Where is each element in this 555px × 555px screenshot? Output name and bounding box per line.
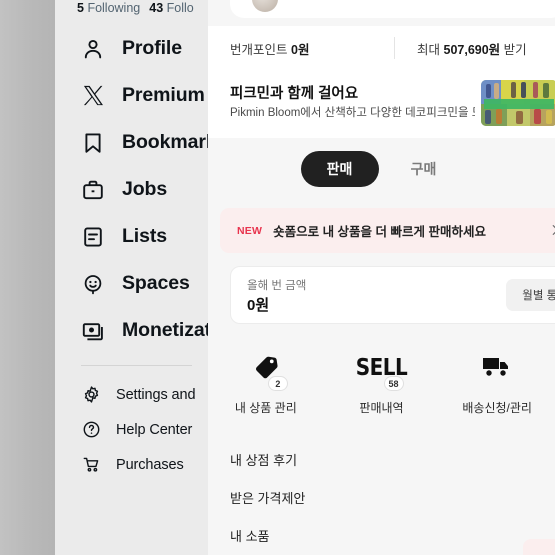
sidebar-item-settings[interactable]: Settings and [55,377,210,412]
quick-item-sales-history[interactable]: SELL 58 판매내역 [324,345,440,427]
point-balance-label: 번개포인트 [230,42,288,57]
sidebar-item-label: Purchases [116,456,184,473]
segment-tab-buy[interactable]: 구매 [385,151,463,187]
quick-item-label: 내 상품 관리 [234,401,297,415]
profile-card-peek [230,0,555,18]
promo-subtitle: Pikmin Bloom에서 산책하고 다양한 데코피크민을 모... [230,107,475,119]
segment-tab-sell[interactable]: 판매 [300,151,379,187]
sidebar-item-label: Settings and [116,386,196,403]
sell-text-icon: SELL 58 [356,345,408,391]
earnings-label: 올해 번 금액 [247,280,307,292]
sidebar-item-label: Spaces [122,272,190,294]
sidebar-item-profile[interactable]: Profile [55,25,210,72]
truck-icon [481,345,513,389]
following-stat[interactable]: 5 Following [77,1,140,15]
bookmark-icon [80,130,106,156]
sidebar-item-label: Help Center [116,421,193,438]
sidebar-divider [81,365,192,366]
quick-item-label: 판매내역 [359,401,404,415]
sidebar-item-purchases[interactable]: Purchases [55,447,210,482]
list-item-price-offers[interactable]: 받은 가격제안 [208,478,555,516]
point-balance[interactable]: 번개포인트 0원 [208,39,394,58]
max-offer-amount: 507,690원 [443,42,501,57]
gear-icon [80,384,102,406]
spaces-icon [80,271,106,297]
sidebar-item-label: Premium [122,84,205,106]
quick-item-label: 배송신청/관리 [462,401,532,415]
sidebar-item-label: Monetization [122,319,210,341]
profile-stats: 5 Following 43 Follo [77,1,203,15]
chevron-right-icon [548,222,555,243]
followers-stat[interactable]: 43 Follo [149,1,193,15]
quick-item-shipping[interactable]: 배송신청/관리 [439,345,555,427]
sidebar-item-premium[interactable]: Premium [55,72,210,119]
quick-menu-row: 2 내 상품 관리 SELL 58 판매내역 배송신청/관리 [208,345,555,427]
sidebar-item-monetization[interactable]: Monetization [55,307,210,354]
x-logo-icon [80,83,106,109]
monetization-icon [80,318,106,344]
sell-buy-segment: 판매 구매 [208,138,555,200]
max-offer[interactable]: 최대 507,690원 받기 [395,39,555,58]
bottom-banner-corner [523,539,555,555]
sidebar-nav: Profile Premium Bookmarks Jobs [55,25,210,482]
monthly-stats-button[interactable]: 월별 통계 [506,279,555,311]
sidebar-item-jobs[interactable]: Jobs [55,166,210,213]
price-tag-icon: 2 [251,345,288,391]
points-row: 번개포인트 0원 최대 507,690원 받기 [208,26,555,70]
banner-text: 숏폼으로 내 상품을 더 빠르게 판매하세요 [273,225,486,239]
list-icon [80,224,106,250]
sidebar-item-label: Jobs [122,178,168,200]
help-circle-icon [80,419,102,441]
earnings-value: 0원 [247,297,270,314]
sidebar-item-lists[interactable]: Lists [55,213,210,260]
sidebar-item-label: Bookmarks [122,131,210,153]
sidebar-item-label: Profile [122,37,182,59]
sidebar-item-spaces[interactable]: Spaces [55,260,210,307]
dimmed-background-strip [0,0,55,555]
sidebar-item-bookmarks[interactable]: Bookmarks [55,119,210,166]
cart-icon [80,454,102,476]
followers-count: 43 [149,1,164,15]
promo-thumbnail-image [481,80,555,126]
menu-list: 내 상점 후기 받은 가격제안 내 소품 [208,440,555,554]
sidebar-item-help-center[interactable]: Help Center [55,412,210,447]
following-label: Following [87,1,141,15]
shortform-promo-banner[interactable]: NEW 숏폼으로 내 상품을 더 빠르게 판매하세요 [220,208,555,253]
marketplace-panel: 번개포인트 0원 최대 507,690원 받기 피크민과 함께 걸어요 Pikm… [208,0,555,555]
following-count: 5 [77,1,84,15]
briefcase-icon [80,177,106,203]
list-item-my-items[interactable]: 내 소품 [208,516,555,554]
screen-root: 5 Following 43 Follo Profile Premium Book [0,0,555,555]
sidebar-item-label: Lists [122,225,168,247]
point-balance-value: 0원 [291,42,310,57]
person-icon [80,36,106,62]
max-offer-prefix: 최대 [417,42,441,57]
quick-item-my-products[interactable]: 2 내 상품 관리 [208,345,324,427]
product-count-badge: 2 [267,376,288,391]
yearly-earnings-card[interactable]: 올해 번 금액 0원 월별 통계 [230,266,555,324]
promo-row[interactable]: 피크민과 함께 걸어요 Pikmin Bloom에서 산책하고 다양한 데코피크… [208,70,555,138]
sales-count-badge: 58 [383,376,404,391]
new-badge: NEW [237,224,263,237]
max-offer-suffix: 받기 [503,42,527,57]
x-sidebar: 5 Following 43 Follo Profile Premium Book [55,0,210,555]
promo-title: 피크민과 함께 걸어요 [230,86,359,102]
followers-label: Follo [166,1,194,15]
list-item-shop-reviews[interactable]: 내 상점 후기 [208,440,555,478]
